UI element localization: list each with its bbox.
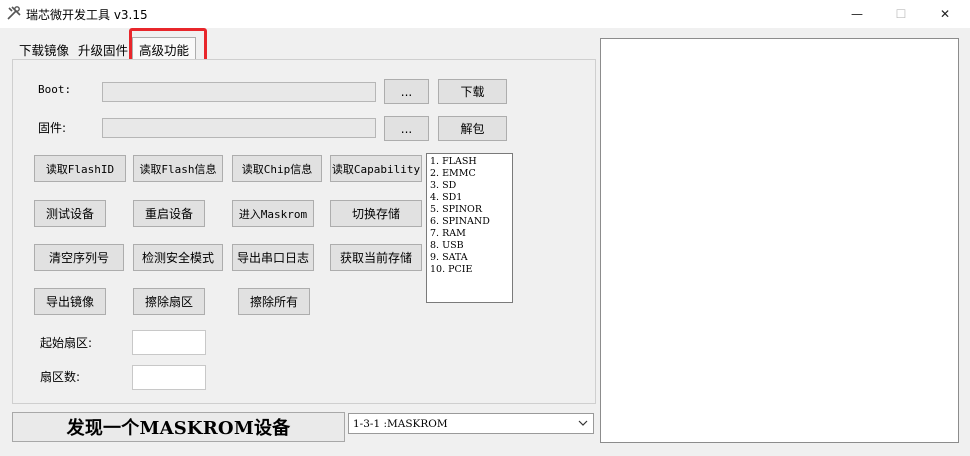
list-item[interactable]: 2. EMMC bbox=[430, 168, 512, 180]
export-serial-log-button[interactable]: 导出串口日志 bbox=[232, 244, 314, 271]
download-button[interactable]: 下载 bbox=[438, 79, 507, 104]
test-device-button[interactable]: 测试设备 bbox=[34, 200, 106, 227]
read-flash-info-button[interactable]: 读取Flash信息 bbox=[133, 155, 223, 182]
device-select-value: 1-3-1 :MASKROM bbox=[353, 417, 448, 430]
log-output[interactable] bbox=[600, 38, 959, 443]
list-item[interactable]: 9. SATA bbox=[430, 252, 512, 264]
boot-label: Boot: bbox=[38, 83, 72, 96]
firmware-path-field[interactable] bbox=[102, 118, 376, 138]
export-image-button[interactable]: 导出镜像 bbox=[34, 288, 106, 315]
erase-all-button[interactable]: 擦除所有 bbox=[238, 288, 310, 315]
enter-maskrom-button[interactable]: 进入Maskrom bbox=[232, 200, 314, 227]
list-item[interactable]: 3. SD bbox=[430, 180, 512, 192]
list-item[interactable]: 7. RAM bbox=[430, 228, 512, 240]
close-icon: ✕ bbox=[939, 7, 951, 21]
sector-count-label: 扇区数: bbox=[40, 370, 81, 384]
clear-serial-button[interactable]: 清空序列号 bbox=[34, 244, 124, 271]
get-current-storage-button[interactable]: 获取当前存储 bbox=[330, 244, 422, 271]
switch-storage-button[interactable]: 切换存储 bbox=[330, 200, 422, 227]
maximize-icon: ☐ bbox=[895, 7, 907, 21]
unpack-button[interactable]: 解包 bbox=[438, 116, 507, 141]
device-select[interactable]: 1-3-1 :MASKROM bbox=[348, 413, 594, 434]
tab-download-image[interactable]: 下载镜像 bbox=[15, 38, 73, 60]
status-text: 发现一个MASKROM设备 bbox=[66, 418, 291, 439]
tab-upgrade-firmware[interactable]: 升级固件 bbox=[75, 38, 131, 60]
minimize-button[interactable]: — bbox=[834, 0, 880, 28]
list-item[interactable]: 8. USB bbox=[430, 240, 512, 252]
firmware-browse-button[interactable]: ... bbox=[384, 116, 429, 141]
reset-device-button[interactable]: 重启设备 bbox=[133, 200, 205, 227]
start-sector-input[interactable] bbox=[132, 330, 206, 355]
status-bar: 发现一个MASKROM设备 bbox=[12, 412, 345, 442]
list-item[interactable]: 6. SPINAND bbox=[430, 216, 512, 228]
boot-browse-button[interactable]: ... bbox=[384, 79, 429, 104]
sector-count-input[interactable] bbox=[132, 365, 206, 390]
boot-path-field[interactable] bbox=[102, 82, 376, 102]
read-flash-id-button[interactable]: 读取FlashID bbox=[34, 155, 126, 182]
start-sector-label: 起始扇区: bbox=[40, 336, 93, 350]
detect-secure-mode-button[interactable]: 检测安全模式 bbox=[133, 244, 223, 271]
close-button[interactable]: ✕ bbox=[922, 0, 968, 28]
chevron-down-icon bbox=[577, 417, 589, 429]
firmware-label: 固件: bbox=[38, 121, 67, 135]
list-item[interactable]: 4. SD1 bbox=[430, 192, 512, 204]
list-item[interactable]: 1. FLASH bbox=[430, 156, 512, 168]
title-bar: 瑞芯微开发工具 v3.15 — ☐ ✕ bbox=[0, 0, 970, 28]
list-item[interactable]: 5. SPINOR bbox=[430, 204, 512, 216]
erase-sector-button[interactable]: 擦除扇区 bbox=[133, 288, 205, 315]
storage-type-list[interactable]: 1. FLASH 2. EMMC 3. SD 4. SD1 5. SPINOR … bbox=[426, 153, 513, 303]
maximize-button[interactable]: ☐ bbox=[878, 0, 924, 28]
list-item[interactable]: 10. PCIE bbox=[430, 264, 512, 276]
minimize-icon: — bbox=[851, 7, 863, 21]
window-title: 瑞芯微开发工具 v3.15 bbox=[26, 8, 148, 22]
read-capability-button[interactable]: 读取Capability bbox=[330, 155, 422, 182]
read-chip-info-button[interactable]: 读取Chip信息 bbox=[232, 155, 322, 182]
app-icon bbox=[6, 5, 22, 21]
